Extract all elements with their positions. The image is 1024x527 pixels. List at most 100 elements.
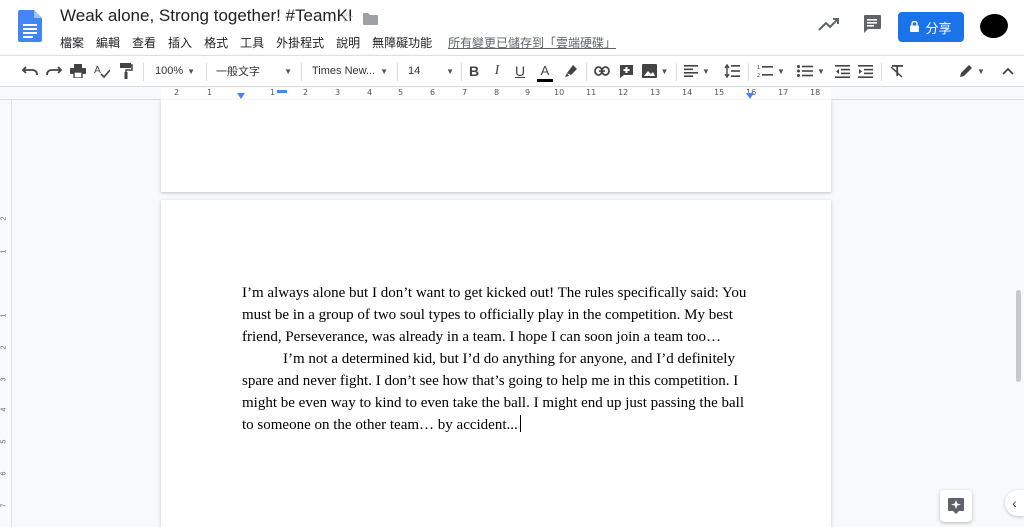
ruler-number: 1 — [270, 88, 276, 97]
document-title[interactable]: Weak alone, Strong together! #TeamKI — [60, 6, 353, 26]
vruler-number: 1 — [0, 249, 8, 254]
text-color-swatch — [537, 78, 553, 82]
collapse-icon[interactable] — [998, 56, 1018, 86]
explore-button[interactable] — [940, 490, 972, 522]
chevron-down-icon: ▼ — [446, 66, 454, 76]
line-spacing-icon[interactable] — [721, 56, 743, 86]
ruler-number: 1 — [207, 88, 213, 97]
scrollbar-thumb[interactable] — [1016, 290, 1021, 382]
chevron-down-icon: ▼ — [702, 66, 710, 76]
ruler-number: 7 — [462, 88, 468, 97]
vruler-number: 2 — [0, 216, 8, 221]
chevron-down-icon: ▼ — [817, 66, 825, 76]
text-color-icon[interactable]: A — [535, 56, 555, 86]
ruler-number: 11 — [586, 88, 597, 97]
star-icon[interactable]: ☆ — [340, 8, 354, 28]
title-bar: Weak alone, Strong together! #TeamKI ☆ 檔… — [0, 0, 1024, 54]
avatar[interactable] — [978, 12, 1010, 40]
paint-format-icon[interactable] — [116, 56, 136, 86]
italic-icon[interactable]: I — [488, 56, 506, 86]
undo-icon[interactable] — [20, 56, 40, 86]
vruler-number: 4 — [0, 407, 8, 412]
ruler-number: 17 — [778, 88, 789, 97]
style-select[interactable]: 一般文字 ▼ — [212, 56, 296, 86]
paragraph-text: I’m not a determined kid, but I’d do any… — [242, 351, 744, 433]
font-size-select[interactable]: 14 ▼ — [404, 56, 458, 86]
highlight-icon[interactable] — [561, 56, 581, 86]
numbered-list-icon[interactable]: 1 2 ▼ — [754, 56, 788, 86]
menu-file[interactable]: 檔案 — [60, 34, 90, 51]
text-color-label: A — [540, 62, 550, 78]
menu-addons[interactable]: 外掛程式 — [276, 34, 330, 51]
ruler-number: 15 — [714, 88, 725, 97]
print-icon[interactable] — [68, 56, 88, 86]
spellcheck-icon[interactable]: A — [92, 56, 112, 86]
folder-icon[interactable] — [363, 12, 378, 25]
align-icon[interactable]: ▼ — [682, 56, 712, 86]
ruler-number: 5 — [398, 88, 404, 97]
horizontal-ruler[interactable]: 2 1 1 2 3 4 5 6 7 8 9 10 11 12 13 14 15 … — [0, 88, 1024, 100]
right-indent-marker[interactable] — [746, 93, 754, 99]
left-indent-marker[interactable] — [237, 93, 245, 99]
chevron-down-icon: ▼ — [380, 66, 388, 76]
paragraph[interactable]: I’m not a determined kid, but I’d do any… — [242, 348, 752, 436]
clear-formatting-icon[interactable] — [887, 56, 907, 86]
link-icon[interactable] — [592, 56, 612, 86]
ruler-number: 3 — [335, 88, 341, 97]
paragraph[interactable]: I’m always alone but I don’t want to get… — [242, 282, 752, 348]
ruler-number: 18 — [810, 88, 821, 97]
menu-edit[interactable]: 編輯 — [96, 34, 126, 51]
share-button[interactable]: 分享 — [898, 12, 964, 42]
menu-bar: 檔案 編輯 查看 插入 格式 工具 外掛程式 說明 無障礙功能 — [60, 34, 444, 51]
menu-format[interactable]: 格式 — [204, 34, 234, 51]
trending-up-icon[interactable] — [818, 16, 840, 32]
font-select[interactable]: Times New... ▼ — [308, 56, 392, 86]
redo-icon[interactable] — [44, 56, 64, 86]
ruler-number: 2 — [174, 88, 180, 97]
bold-icon[interactable]: B — [465, 56, 483, 86]
toolbar: A 100% ▼ 一般文字 ▼ Times New... ▼ 14 ▼ B I U A — [0, 55, 1024, 87]
share-label: 分享 — [925, 20, 952, 36]
menu-tools[interactable]: 工具 — [240, 34, 270, 51]
side-panel-toggle[interactable]: ‹ — [1005, 490, 1024, 516]
google-docs-window: Weak alone, Strong together! #TeamKI ☆ 檔… — [0, 0, 1024, 527]
vruler-number: 7 — [0, 503, 8, 508]
chevron-down-icon: ▼ — [187, 66, 196, 76]
google-docs-icon[interactable] — [18, 10, 42, 42]
menu-view[interactable]: 查看 — [132, 34, 162, 51]
ruler-number: 2 — [303, 88, 309, 97]
ruler-number: 13 — [650, 88, 661, 97]
vruler-number: 6 — [0, 471, 8, 476]
zoom-select[interactable]: 100% ▼ — [150, 56, 200, 86]
increase-indent-icon[interactable] — [855, 56, 875, 86]
ruler-number: 9 — [525, 88, 531, 97]
document-body[interactable]: I’m always alone but I don’t want to get… — [242, 282, 752, 436]
decrease-indent-icon[interactable] — [832, 56, 852, 86]
comment-icon[interactable] — [862, 14, 882, 34]
ruler-number: 14 — [682, 88, 693, 97]
chevron-down-icon: ▼ — [284, 66, 292, 76]
page-previous[interactable] — [161, 100, 831, 192]
menu-help[interactable]: 說明 — [336, 34, 366, 51]
menu-accessibility[interactable]: 無障礙功能 — [372, 34, 438, 51]
underline-icon[interactable]: U — [511, 56, 529, 86]
ruler-number: 4 — [367, 88, 373, 97]
image-icon[interactable]: ▼ — [640, 56, 670, 86]
page-current[interactable]: I’m always alone but I don’t want to get… — [161, 200, 831, 527]
explore-icon — [948, 498, 964, 514]
svg-text:A: A — [94, 65, 101, 76]
ruler-number: 12 — [618, 88, 629, 97]
vertical-ruler: 2 1 1 2 3 4 5 6 7 — [0, 100, 12, 527]
edit-mode-icon[interactable]: ▼ — [955, 56, 989, 86]
add-comment-icon[interactable] — [616, 56, 636, 86]
menu-insert[interactable]: 插入 — [168, 34, 198, 51]
bulleted-list-icon[interactable]: ▼ — [794, 56, 828, 86]
saved-status-link[interactable]: 所有變更已儲存到「雲端硬碟」 — [448, 34, 616, 51]
ruler-number: 8 — [494, 88, 500, 97]
svg-text:1: 1 — [757, 65, 760, 71]
vruler-number: 3 — [0, 377, 8, 382]
first-line-indent-marker[interactable] — [277, 90, 287, 93]
vruler-number: 5 — [0, 439, 8, 444]
svg-text:2: 2 — [757, 73, 760, 78]
vruler-number: 2 — [0, 345, 8, 350]
